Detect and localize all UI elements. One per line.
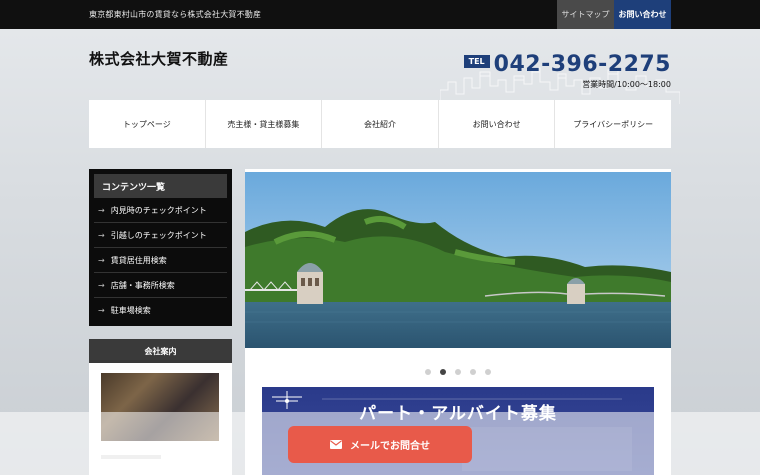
sidebar-item-label: 賃貸居住用検索	[110, 255, 167, 265]
envelope-icon	[330, 440, 342, 449]
arrow-right-icon: →	[98, 255, 105, 265]
sidebar-item-moving-checkpoints[interactable]: → 引越しのチェックポイント	[94, 223, 227, 248]
slider-dot-active[interactable]	[440, 369, 446, 375]
slider-dots	[245, 369, 671, 375]
phone-block: TEL 042-396-2275 営業時間/10:00～18:00	[463, 52, 671, 90]
sidebar-item-parking-search[interactable]: → 駐車場検索	[94, 298, 227, 323]
tel-badge: TEL	[463, 55, 490, 68]
sidebar-item-label: 内見時のチェックポイント	[110, 205, 207, 215]
mail-contact-button[interactable]: メールでお問合せ	[288, 426, 472, 463]
slideshow-image[interactable]	[245, 172, 671, 348]
phone-number[interactable]: 042-396-2275	[494, 52, 671, 77]
slider-dot[interactable]	[470, 369, 476, 375]
slider-dot[interactable]	[485, 369, 491, 375]
arrow-right-icon: →	[98, 205, 105, 215]
arrow-right-icon: →	[98, 230, 105, 240]
top-bar: 東京都東村山市の賃貸なら株式会社大賀不動産 サイトマップ お問い合わせ	[0, 0, 760, 29]
mail-button-label: メールでお問合せ	[350, 441, 430, 452]
arrow-right-icon: →	[98, 280, 105, 290]
arrow-right-icon: →	[98, 306, 105, 315]
office-info-title: 会社案内	[89, 339, 232, 363]
nav-owners[interactable]: 売主様・貸主様募集	[205, 100, 323, 148]
nav-top[interactable]: トップページ	[89, 100, 206, 148]
nav-privacy[interactable]: プライバシーポリシー	[555, 100, 671, 148]
contents-menu-title: コンテンツ一覧	[94, 174, 227, 198]
sidebar-item-residential-search[interactable]: → 賃貸居住用検索	[94, 248, 227, 273]
contact-link[interactable]: お問い合わせ	[614, 0, 671, 29]
sidebar-item-label: 店舗・事務所検索	[110, 280, 175, 290]
main-nav: トップページ 売主様・貸主様募集 会社紹介 お問い合わせ プライバシーポリシー	[89, 100, 671, 148]
slider-dot[interactable]	[425, 369, 431, 375]
slider-dot[interactable]	[455, 369, 461, 375]
sidebar-item-label: 引越しのチェックポイント	[110, 230, 207, 240]
company-logo[interactable]: 株式会社大賀不動産	[89, 48, 229, 69]
sidebar-item-label: 駐車場検索	[110, 306, 151, 315]
nav-contact[interactable]: お問い合わせ	[438, 100, 556, 148]
sitemap-link[interactable]: サイトマップ	[557, 0, 614, 29]
nav-company[interactable]: 会社紹介	[322, 100, 439, 148]
sidebar-item-viewing-checkpoints[interactable]: → 内見時のチェックポイント	[94, 198, 227, 223]
business-hours: 営業時間/10:00～18:00	[582, 80, 671, 89]
site-tagline: 東京都東村山市の賃貸なら株式会社大賀不動産	[89, 10, 262, 19]
contents-menu: コンテンツ一覧 → 内見時のチェックポイント → 引越しのチェックポイント → 賃貸居…	[89, 169, 232, 326]
sidebar-item-store-office-search[interactable]: → 店舗・事務所検索	[94, 273, 227, 298]
